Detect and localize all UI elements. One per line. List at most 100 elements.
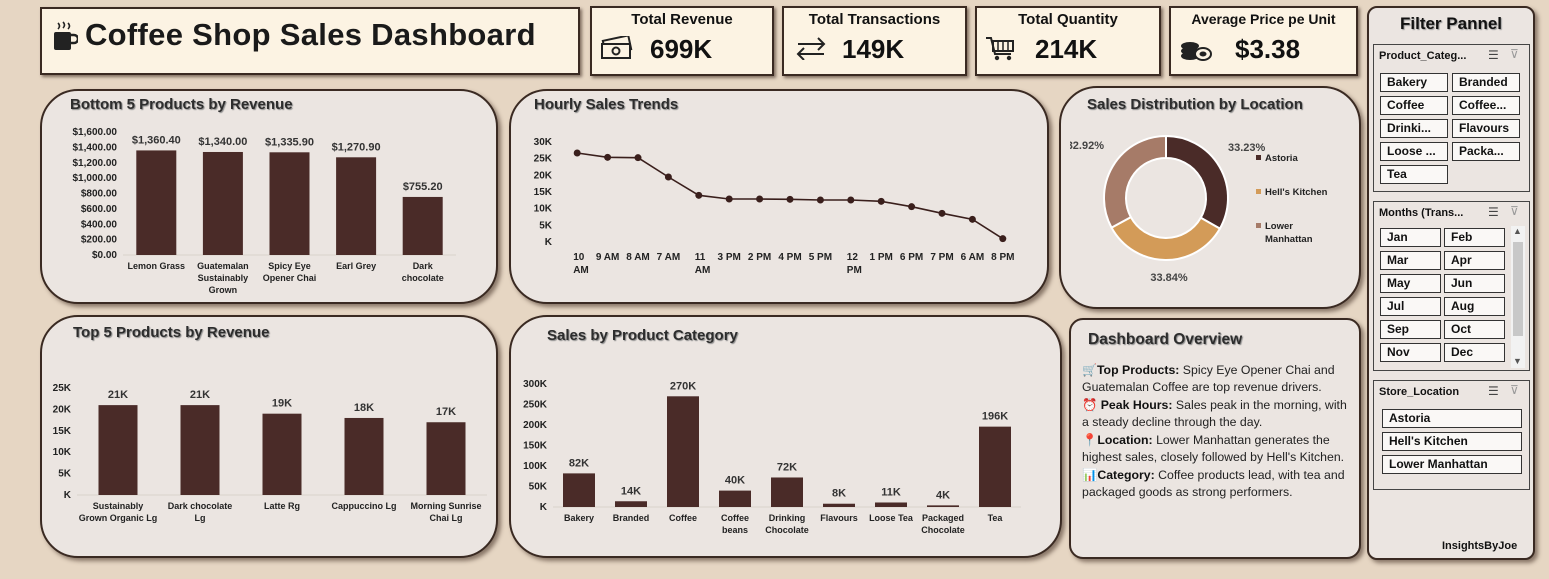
slicer-item[interactable]: Jan [1380, 228, 1441, 247]
data-point [847, 196, 855, 204]
x-tick-label: 6 AM [961, 252, 985, 263]
slicer-item[interactable]: Tea [1380, 165, 1448, 184]
bar [823, 503, 855, 507]
y-tick-label: $200.00 [81, 235, 118, 246]
slicer-header: Months (Trans... [1379, 207, 1464, 219]
x-tick-label: Dark [413, 261, 434, 271]
legend-label: Lower [1265, 221, 1293, 232]
bar [269, 152, 310, 255]
data-label: 270K [670, 380, 696, 392]
slicer-item[interactable]: Sep [1380, 320, 1441, 339]
x-tick-label: chocolate [402, 273, 444, 283]
x-tick-label: Guatemalan [197, 261, 249, 271]
data-point [786, 195, 794, 203]
x-tick-label: 11 [695, 252, 706, 263]
slicer-item[interactable]: Jun [1444, 274, 1505, 293]
slicer-item[interactable]: Aug [1444, 297, 1505, 316]
scroll-down-icon[interactable]: ▼ [1513, 356, 1522, 366]
slicer-item[interactable]: Lower Manhattan [1382, 455, 1522, 474]
x-tick-label: Cappuccino Lg [332, 501, 397, 511]
x-tick-label: Opener Chai [263, 273, 317, 283]
x-tick-label: Lg [195, 513, 206, 523]
kpi-label: Total Transactions [808, 11, 941, 28]
alarm-clock-icon: ⏰ [1082, 398, 1098, 412]
y-tick-label: 15K [53, 426, 72, 437]
x-tick-label: Grown [209, 285, 238, 295]
coins-icon [1181, 42, 1212, 61]
clear-filter-icon[interactable]: ⊽ [1510, 47, 1519, 61]
bar [426, 422, 466, 495]
slicer-item[interactable]: Jul [1380, 297, 1441, 316]
kpi-card-total-quantity: Total Quantity 214K [975, 6, 1161, 76]
bar [927, 505, 959, 507]
legend-swatch [1256, 223, 1261, 228]
kpi-value: 214K [1035, 34, 1098, 64]
x-tick-label: Loose Tea [869, 513, 914, 523]
bar [180, 405, 220, 495]
slicer-item[interactable]: Drinki... [1380, 119, 1448, 138]
overview-heading: Top Products: [1096, 363, 1180, 377]
x-tick-label: 10 [573, 252, 585, 263]
bar [563, 473, 595, 507]
slicer-item[interactable]: Coffee... [1452, 96, 1520, 115]
slicer-item[interactable]: Mar [1380, 251, 1441, 270]
x-tick-label: AM [573, 265, 589, 276]
x-tick-label: Chocolate [765, 525, 809, 535]
x-tick-label: Chocolate [921, 525, 965, 535]
y-tick-label: 100K [523, 461, 548, 472]
x-tick-label: Drinking [769, 513, 806, 523]
x-tick-label: 6 PM [900, 252, 923, 263]
scroll-up-icon[interactable]: ▲ [1513, 226, 1522, 236]
data-label: 40K [725, 475, 745, 487]
slicer-item[interactable]: Hell's Kitchen [1382, 432, 1522, 451]
data-point [604, 153, 612, 161]
slicer-item[interactable]: Apr [1444, 251, 1505, 270]
slicer-item[interactable]: Dec [1444, 343, 1505, 362]
top-5-products-chart: K 5K 10K 15K 20K 25K 21K Sustainably Grown Organ… [53, 383, 487, 523]
multi-select-icon[interactable]: ☰ [1488, 384, 1499, 398]
x-tick-label: Morning Sunrise [410, 501, 481, 511]
multi-select-icon[interactable]: ☰ [1488, 205, 1499, 219]
slicer-item[interactable]: May [1380, 274, 1441, 293]
slicer-header: Store_Location [1379, 386, 1460, 398]
money-icon [601, 36, 633, 59]
data-label: 19K [272, 398, 292, 410]
slicer-item[interactable]: Astoria [1382, 409, 1522, 428]
y-tick-label: $1,000.00 [73, 173, 118, 184]
data-label: 33.84% [1150, 272, 1188, 284]
overview-heading: Category: [1097, 468, 1155, 482]
data-point [968, 215, 976, 223]
slicer-item[interactable]: Oct [1444, 320, 1505, 339]
slicer-store-location: Store_Location ☰ ⊽ Astoria Hell's Kitchen… [1373, 380, 1530, 490]
y-tick-label: 150K [523, 441, 548, 452]
data-label: 33.23% [1228, 142, 1266, 154]
slicer-item[interactable]: Branded [1452, 73, 1520, 92]
overview-item: 📍Location: Lower Manhattan generates the… [1082, 432, 1348, 466]
x-tick-label: Coffee [721, 513, 749, 523]
overview-item: ⏰ Peak Hours: Sales peak in the morning,… [1082, 397, 1348, 431]
slicer-item[interactable]: Feb [1444, 228, 1505, 247]
data-label: 72K [777, 461, 797, 473]
scroll-thumb[interactable] [1513, 242, 1523, 336]
slicer-item[interactable]: Loose ... [1380, 142, 1448, 161]
kpi-value: $3.38 [1235, 34, 1301, 64]
kpi-label: Total Quantity [1018, 11, 1118, 28]
kpi-card-total-transactions: Total Transactions 149K [782, 6, 967, 76]
slicer-item[interactable]: Packa... [1452, 142, 1520, 161]
swap-arrows-icon [796, 37, 826, 60]
slicer-item[interactable]: Bakery [1380, 73, 1448, 92]
slicer-scrollbar[interactable]: ▲ ▼ [1511, 226, 1525, 368]
category-sales-chart: K 50K 100K 150K 200K 250K 300K 82K Bakery 14K Bran… [523, 379, 1021, 535]
y-tick-label: 10K [534, 204, 553, 215]
slicer-item[interactable]: Flavours [1452, 119, 1520, 138]
y-tick-label: K [64, 490, 72, 501]
multi-select-icon[interactable]: ☰ [1488, 48, 1499, 62]
x-tick-label: Spicy Eye [268, 261, 311, 271]
y-tick-label: 25K [53, 383, 72, 394]
slicer-item[interactable]: Coffee [1380, 96, 1448, 115]
x-tick-label: 8 AM [626, 252, 650, 263]
clear-filter-icon[interactable]: ⊽ [1510, 204, 1519, 218]
clear-filter-icon[interactable]: ⊽ [1510, 383, 1519, 397]
bar [615, 501, 647, 507]
slicer-item[interactable]: Nov [1380, 343, 1441, 362]
